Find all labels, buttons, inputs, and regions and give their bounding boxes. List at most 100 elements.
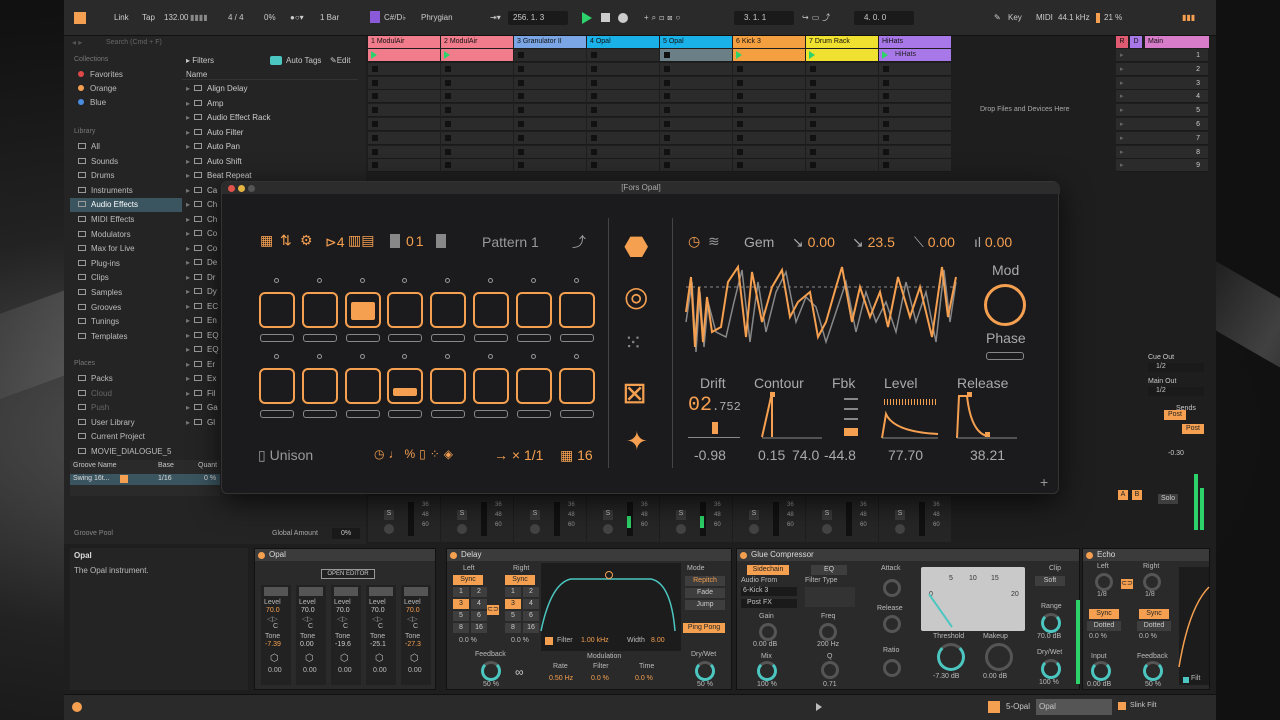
arm-button[interactable] [676, 524, 686, 534]
mod-knob[interactable] [984, 284, 1026, 326]
clip[interactable] [806, 49, 878, 61]
clip-slot[interactable] [806, 159, 878, 173]
clip-slot[interactable] [441, 159, 513, 173]
clip-slot[interactable] [660, 118, 732, 131]
browser-list-item[interactable]: ▸ Ch [186, 198, 217, 212]
browser-list-item[interactable]: ▸ Amp [186, 97, 223, 111]
clip-slot[interactable] [879, 131, 951, 145]
clip-stop-icon[interactable] [445, 107, 451, 114]
clip-slot[interactable] [441, 104, 513, 118]
scene-launch[interactable]: ▸ 9 [1116, 159, 1208, 173]
solo-button[interactable]: S [822, 510, 832, 520]
clip-stop-icon[interactable] [664, 52, 670, 58]
step-probability-knob[interactable] [488, 278, 493, 283]
tone-value[interactable]: 0.00 [300, 641, 314, 648]
collection-orange[interactable]: Orange [78, 82, 117, 96]
clip-stop-icon[interactable] [372, 148, 378, 155]
param-4[interactable]: ıl 0.00 [974, 234, 1012, 250]
groove-row[interactable]: Swing 16t... 1/16 0 % [70, 474, 220, 485]
step-pad[interactable] [558, 368, 595, 404]
scene-launch[interactable]: ▸ 6 [1116, 118, 1208, 131]
clip-slot[interactable] [879, 62, 951, 76]
clip-slot[interactable] [514, 131, 586, 145]
browser-list-item[interactable]: ▸ Ca [186, 184, 217, 198]
gain-knob[interactable] [759, 623, 777, 641]
contour-graph[interactable] [761, 391, 822, 442]
clip-stop-icon[interactable] [810, 121, 816, 127]
delay-time-step[interactable]: 3 [505, 599, 521, 609]
step-velocity-bar[interactable] [474, 410, 508, 418]
view-toggle-icon[interactable]: ▮▮▮ [1182, 12, 1195, 24]
clip-slot[interactable] [733, 145, 805, 159]
info-icon[interactable] [72, 702, 82, 712]
clip-slot[interactable] [514, 62, 586, 76]
q-knob[interactable] [821, 661, 839, 679]
clip-stop-icon[interactable] [372, 93, 378, 100]
echo-filter-graph[interactable]: Filt [1178, 567, 1210, 685]
clip-slot[interactable] [660, 104, 732, 118]
status-clip-name[interactable]: Opal [1036, 699, 1112, 715]
phase-slider[interactable] [986, 352, 1024, 360]
clip-stop-icon[interactable] [810, 65, 816, 72]
filter-type-buttons[interactable] [805, 587, 855, 607]
clip-slot[interactable] [806, 90, 878, 104]
clip-stop-icon[interactable] [883, 65, 889, 72]
clip-stop-icon[interactable] [591, 93, 597, 100]
clip-slot[interactable] [587, 145, 659, 159]
filter-handle[interactable] [605, 571, 613, 579]
places-item[interactable]: Packs [78, 372, 113, 386]
attack-knob[interactable] [883, 579, 901, 597]
voice-bottom-value[interactable]: 0.00 [408, 667, 422, 674]
echo-device-header[interactable]: Echo [1083, 549, 1209, 561]
clip-slot[interactable] [587, 49, 659, 62]
rate-control[interactable]: → × 1/1 [494, 447, 543, 463]
delay-time-step[interactable]: 2 [471, 587, 487, 597]
clip-slot[interactable]: HiHats [879, 49, 951, 62]
clip-slot[interactable] [441, 90, 513, 104]
edit-button[interactable]: ✎Edit [330, 56, 351, 65]
clip-stop-icon[interactable] [883, 121, 889, 127]
voices-count[interactable]: ⊳4 [325, 234, 345, 251]
clip-slot[interactable] [514, 159, 586, 173]
library-item[interactable]: Max for Live [78, 242, 135, 256]
record-button[interactable] [618, 13, 628, 23]
postfx-select[interactable]: Post FX [741, 599, 797, 608]
clip-stop-icon[interactable] [810, 107, 816, 114]
step-pad[interactable] [473, 292, 509, 328]
tempo-field[interactable]: 132.00 [164, 12, 188, 24]
clip-slot[interactable] [733, 90, 805, 104]
delay-time-step[interactable]: 4 [471, 599, 487, 609]
echo-left-knob[interactable] [1095, 573, 1113, 591]
clip-stop-icon[interactable] [591, 65, 597, 72]
return-b-button[interactable]: B [1132, 490, 1142, 500]
library-item[interactable]: Grooves [78, 301, 121, 315]
browser-list-item[interactable]: ▸ Fil [186, 387, 215, 401]
solo-button[interactable]: S [895, 510, 905, 520]
delay-link-icon[interactable]: ⊂⊃ [487, 605, 499, 615]
quantize-menu[interactable]: 1 Bar [320, 12, 339, 24]
voice-icon[interactable] [369, 587, 393, 596]
time-value[interactable]: 0.0 % [635, 675, 653, 682]
library-item[interactable]: Samples [78, 286, 122, 300]
step-velocity-bar[interactable] [516, 410, 551, 418]
step-pad[interactable] [301, 368, 338, 404]
main-track-header[interactable]: Main [1145, 36, 1209, 48]
clip-stop-icon[interactable] [883, 148, 889, 155]
step-velocity-bar[interactable] [345, 334, 380, 342]
step-pad[interactable] [558, 292, 595, 328]
sequencer-tools-icon[interactable]: ◷♩%▯⁘◈ [374, 447, 457, 461]
library-item[interactable]: Clips [78, 271, 109, 285]
clip-stop-icon[interactable] [737, 121, 743, 127]
arm-button[interactable] [530, 524, 540, 534]
noise-engine-icon[interactable]: ⁙ [624, 330, 642, 356]
volume-fader[interactable] [554, 502, 560, 536]
places-item[interactable]: Cloud [78, 387, 112, 401]
browser-list-item[interactable]: ▸ Dy [186, 285, 217, 299]
clip-slot[interactable] [587, 159, 659, 173]
clip-slot[interactable] [368, 49, 440, 62]
clip-slot[interactable] [587, 76, 659, 90]
post-button-2[interactable]: Post [1182, 424, 1204, 434]
delay-time-step[interactable]: 4 [523, 599, 539, 609]
step-velocity-bar[interactable] [431, 410, 466, 418]
collection-blue[interactable]: Blue [78, 96, 106, 110]
